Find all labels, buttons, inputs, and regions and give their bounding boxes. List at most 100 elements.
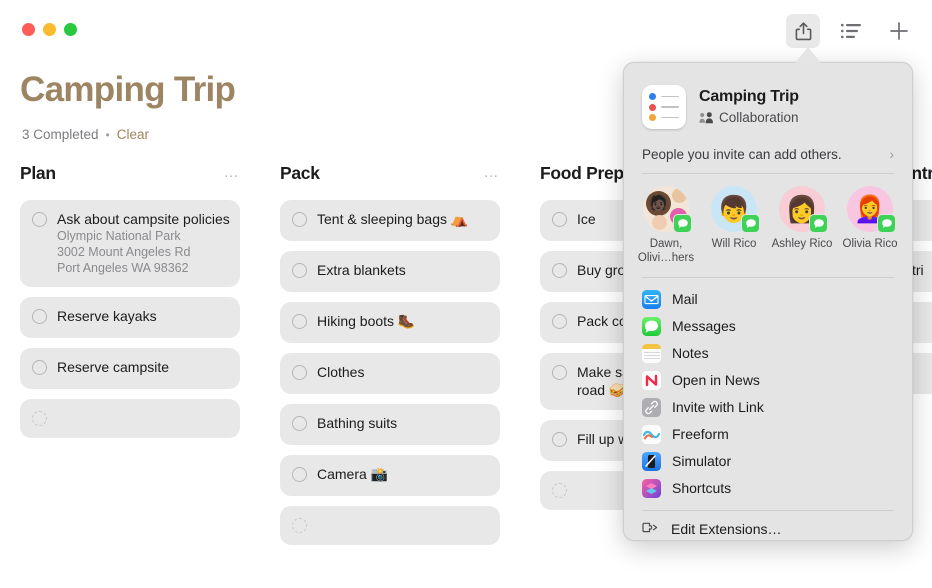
task-complete-circle[interactable] — [552, 314, 567, 329]
list-view-button[interactable] — [834, 14, 868, 48]
notes-icon — [642, 343, 661, 363]
task-complete-circle[interactable] — [292, 467, 307, 482]
completed-count: 3 Completed — [22, 127, 99, 142]
invite-permissions-row[interactable]: People you invite can add others. › — [642, 146, 894, 174]
share-button[interactable] — [786, 14, 820, 48]
task-complete-circle[interactable] — [292, 416, 307, 431]
toolbar — [786, 14, 916, 48]
extensions-icon — [642, 522, 658, 532]
task-row[interactable]: Camera 📸 — [280, 455, 500, 496]
collaboration-icon — [699, 111, 713, 123]
person-name: Will Rico — [711, 238, 757, 250]
person-name: Ashley Rico — [771, 238, 833, 250]
task-body: Hiking boots 🥾 — [317, 312, 415, 332]
task-row[interactable]: Reserve campsite — [20, 348, 240, 389]
task-complete-circle[interactable] — [552, 483, 567, 498]
task-row[interactable]: Ask about campsite policies Olympic Natio… — [20, 200, 240, 287]
task-row[interactable]: Bathing suits — [280, 404, 500, 445]
task-note: Port Angeles WA 98362 — [57, 261, 189, 275]
share-icon — [795, 21, 811, 40]
task-row[interactable]: Clothes — [280, 353, 500, 394]
share-target-item[interactable]: Notes — [624, 340, 912, 367]
column-more-button[interactable]: … — [484, 165, 501, 180]
task-body: Extra blankets — [317, 261, 406, 281]
task-complete-circle[interactable] — [552, 263, 567, 278]
mail-icon — [642, 289, 661, 309]
share-popover: Camping Trip Collaboration People you in… — [623, 62, 913, 541]
person-name: Olivia Rico — [842, 238, 898, 250]
column: Pack … Tent & sleeping bags ⛺ Extra blanket… — [260, 158, 520, 588]
share-target-label: Shortcuts — [672, 480, 732, 497]
task-complete-circle[interactable] — [292, 518, 307, 533]
task-row[interactable]: Reserve kayaks — [20, 297, 240, 338]
popover-subtitle-row: Collaboration — [699, 110, 799, 125]
task-title: tri — [912, 262, 924, 278]
share-target-item[interactable]: Open in News — [624, 367, 912, 394]
share-target-item[interactable]: Simulator — [624, 448, 912, 475]
popover-title: Camping Trip — [699, 88, 799, 105]
avatar: 👩 — [779, 186, 828, 233]
person-chip[interactable]: 👩 Ashley Rico — [768, 186, 836, 265]
person-chip[interactable]: 👩‍🦰 Olivia Rico — [836, 186, 904, 265]
reminders-window: Camping Trip 3 Completed • Clear Plan … As… — [0, 0, 932, 588]
clear-button[interactable]: Clear — [117, 127, 149, 142]
task-note: Olympic National Park — [57, 229, 181, 243]
task-body: Bathing suits — [317, 414, 397, 434]
task-complete-circle[interactable] — [552, 212, 567, 227]
share-target-label: Open in News — [672, 372, 760, 389]
popover-arrow — [795, 47, 821, 63]
task-title: Hiking boots 🥾 — [317, 313, 416, 329]
freeform-icon — [642, 424, 661, 444]
share-target-item[interactable]: Messages — [624, 313, 912, 340]
minimize-button[interactable] — [43, 23, 56, 36]
task-complete-circle[interactable] — [32, 212, 47, 227]
task-row[interactable]: Hiking boots 🥾 — [280, 302, 500, 343]
task-title: Clothes — [317, 364, 365, 380]
share-target-label: Mail — [672, 291, 698, 308]
task-complete-circle[interactable] — [32, 411, 47, 426]
avatar: 👩‍🦰 — [847, 186, 896, 233]
reminders-app-icon — [642, 85, 686, 129]
new-task-row[interactable] — [280, 506, 500, 545]
column-more-button[interactable]: … — [224, 165, 241, 180]
task-body: Clothes — [317, 363, 364, 383]
task-complete-circle[interactable] — [292, 365, 307, 380]
new-task-row[interactable] — [20, 399, 240, 438]
task-complete-circle[interactable] — [552, 365, 567, 380]
share-target-label: Messages — [672, 318, 736, 335]
task-body: Tent & sleeping bags ⛺ — [317, 210, 468, 230]
invite-note: People you invite can add others. — [642, 146, 842, 162]
share-target-item[interactable]: Shortcuts — [624, 475, 912, 502]
simulator-icon — [642, 451, 661, 471]
edit-extensions-item[interactable]: Edit Extensions… — [624, 511, 912, 537]
page-title: Camping Trip — [20, 70, 236, 109]
share-target-label: Simulator — [672, 453, 732, 470]
task-complete-circle[interactable] — [32, 360, 47, 375]
separator-dot: • — [105, 127, 110, 142]
close-button[interactable] — [22, 23, 35, 36]
column: Plan … Ask about campsite policies Olympic … — [0, 158, 260, 588]
task-complete-circle[interactable] — [552, 432, 567, 447]
popover-header: Camping Trip Collaboration — [624, 63, 912, 129]
people-row: 🧑🏿 Dawn, Olivi…hers 👦 Will Rico 👩 Ashley Rico… — [624, 174, 912, 265]
column-header: Pack… — [280, 158, 500, 188]
task-row[interactable]: Tent & sleeping bags ⛺ — [280, 200, 500, 241]
column-header: Plan… — [20, 158, 240, 188]
add-reminder-button[interactable] — [882, 14, 916, 48]
task-body: Ask about campsite policies Olympic Natio… — [57, 210, 230, 276]
task-row[interactable]: Extra blankets — [280, 251, 500, 292]
task-note: 3002 Mount Angeles Rd — [57, 245, 191, 259]
zoom-button[interactable] — [64, 23, 77, 36]
person-chip[interactable]: 🧑🏿 Dawn, Olivi…hers — [632, 186, 700, 265]
task-body: Reserve kayaks — [57, 307, 157, 327]
task-complete-circle[interactable] — [292, 314, 307, 329]
task-complete-circle[interactable] — [292, 212, 307, 227]
messages-badge — [673, 214, 692, 233]
person-chip[interactable]: 👦 Will Rico — [700, 186, 768, 265]
share-target-item[interactable]: Mail — [624, 286, 912, 313]
add-icon — [890, 22, 908, 40]
share-target-item[interactable]: Freeform — [624, 421, 912, 448]
share-target-item[interactable]: Invite with Link — [624, 394, 912, 421]
task-complete-circle[interactable] — [292, 263, 307, 278]
task-complete-circle[interactable] — [32, 309, 47, 324]
